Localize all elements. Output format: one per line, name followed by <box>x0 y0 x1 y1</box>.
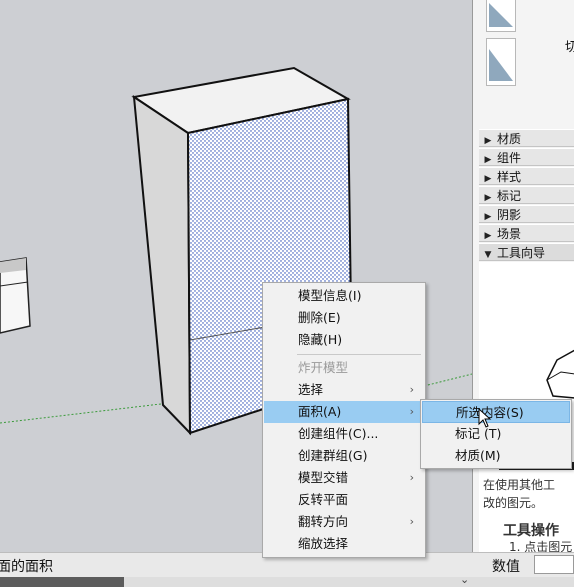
section-thumbnail-2[interactable] <box>486 38 516 86</box>
tray-panel-label: 样式 <box>497 170 522 184</box>
menu-make-component[interactable]: 创建组件(C)... <box>264 423 424 445</box>
tray-panel-label: 材质 <box>497 132 522 146</box>
area-submenu: 所选内容(S) 标记 (T) 材质(M) <box>420 399 572 469</box>
help-step: 1. 点击图元 <box>509 540 573 552</box>
menu-flip-along[interactable]: 翻转方向 › <box>264 511 424 533</box>
measurements-input[interactable] <box>534 555 574 574</box>
tray-panel-label: 组件 <box>497 151 522 165</box>
menu-item-label: 面积(A) <box>298 404 342 419</box>
help-heading: 工具操作 <box>503 523 559 539</box>
menu-item-label: 缩放选择 <box>298 536 349 551</box>
taskbar-segment <box>124 577 574 587</box>
menu-item-label: 选择 <box>298 382 324 397</box>
chevron-down-icon[interactable]: ⌄ <box>460 573 469 586</box>
menu-item-label: 删除(E) <box>298 310 341 325</box>
status-text: 面的面积 <box>0 559 53 575</box>
tray-panel-scenes[interactable]: ▶ 场景 <box>479 224 574 242</box>
section-cut-label: 切 <box>565 36 574 55</box>
tray-panel-label: 工具向导 <box>497 246 546 260</box>
mouse-cursor-icon <box>478 408 492 428</box>
menu-item-label: 反转平面 <box>298 492 349 507</box>
measurements-label: 数值 <box>492 559 520 575</box>
submenu-item-label: 材质(M) <box>455 448 501 463</box>
tray-panel-label: 阴影 <box>497 208 522 222</box>
instructor-illustration <box>546 349 574 399</box>
menu-select[interactable]: 选择 › <box>264 379 424 401</box>
submenu-arrow-icon: › <box>409 515 414 528</box>
menu-make-group[interactable]: 创建群组(G) <box>264 445 424 467</box>
submenu-item-label: 标记 (T) <box>455 426 502 441</box>
menu-erase[interactable]: 删除(E) <box>264 307 424 329</box>
menu-reverse-faces[interactable]: 反转平面 <box>264 489 424 511</box>
submenu-selection[interactable]: 所选内容(S) <box>422 401 570 423</box>
menu-item-label: 翻转方向 <box>298 514 349 529</box>
section-thumbnail-1[interactable] <box>486 0 516 32</box>
submenu-arrow-icon: › <box>409 383 414 396</box>
menu-item-label: 模型交错 <box>298 470 349 485</box>
menu-separator <box>297 354 421 355</box>
menu-item-label: 隐藏(H) <box>298 332 343 347</box>
help-text-line: 改的图元。 <box>483 496 544 510</box>
menu-item-label: 炸开模型 <box>298 360 349 375</box>
green-axis-far <box>423 373 472 387</box>
tray-panel-materials[interactable]: ▶ 材质 <box>479 129 574 147</box>
submenu-material[interactable]: 材质(M) <box>422 445 570 467</box>
context-menu: 模型信息(I) 删除(E) 隐藏(H) 炸开模型 选择 › 面积(A) › 创建组件… <box>262 282 426 558</box>
menu-item-label: 创建群组(G) <box>298 448 368 463</box>
section-plane-icon <box>489 3 513 27</box>
tray-panel-tags[interactable]: ▶ 标记 <box>479 186 574 204</box>
menu-area[interactable]: 面积(A) › <box>264 401 424 423</box>
tray-panel-shadows[interactable]: ▶ 阴影 <box>479 205 574 223</box>
help-text-line: 在使用其他工 <box>483 478 556 492</box>
menu-item-label: 创建组件(C)... <box>298 426 379 441</box>
box-left-face[interactable] <box>132 95 192 436</box>
section-plane-icon <box>489 49 513 81</box>
menu-entity-info[interactable]: 模型信息(I) <box>264 285 424 307</box>
tray-panel-styles[interactable]: ▶ 样式 <box>479 167 574 185</box>
tray-panel-components[interactable]: ▶ 组件 <box>479 148 574 166</box>
submenu-arrow-icon: › <box>409 405 414 418</box>
tray-panel-label: 标记 <box>497 189 522 203</box>
menu-hide[interactable]: 隐藏(H) <box>264 329 424 351</box>
menu-item-label: 模型信息(I) <box>298 288 362 303</box>
submenu-tag[interactable]: 标记 (T) <box>422 423 570 445</box>
menu-intersect-faces[interactable]: 模型交错 › <box>264 467 424 489</box>
menu-zoom-selection[interactable]: 缩放选择 <box>264 533 424 555</box>
taskbar-strip: ⌄ <box>0 573 574 587</box>
submenu-arrow-icon: › <box>409 471 414 484</box>
menu-explode-model: 炸开模型 <box>264 357 424 379</box>
tray-panel-label: 场景 <box>497 227 522 241</box>
tray-panel-instructor[interactable]: ▼ 工具向导 <box>479 243 574 261</box>
default-tray: 切 ▶材质 ▶组件 ▶样式 ▶标记 ▶阴影 ▶场景 ▼工具向导 在使用其他工 改… <box>472 0 574 552</box>
